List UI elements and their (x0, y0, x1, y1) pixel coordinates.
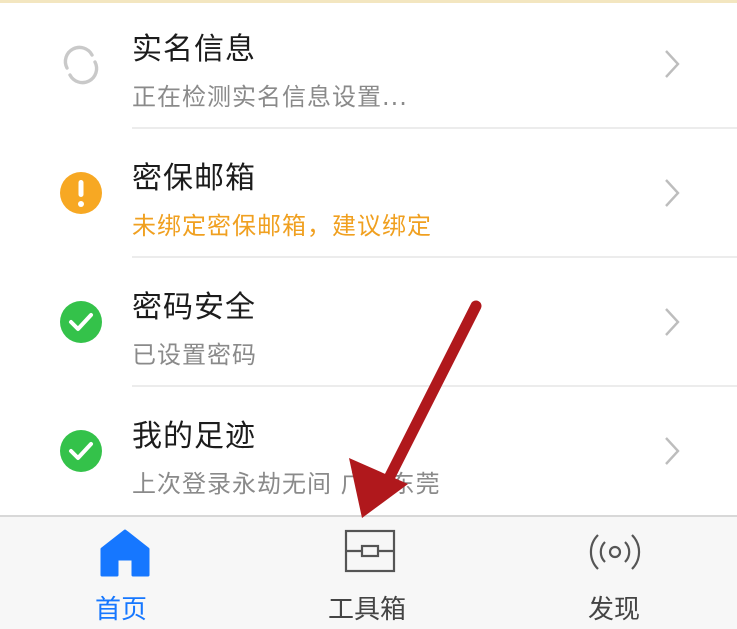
check-circle-icon (60, 301, 102, 343)
list-item-realname[interactable]: 实名信息 正在检测实名信息设置... (0, 0, 737, 128)
tab-toolbox-label: 工具箱 (328, 595, 407, 625)
loading-spinner-icon (63, 45, 99, 85)
tab-discover[interactable]: 发现 (560, 517, 670, 629)
toolbox-icon (344, 529, 396, 573)
item-title: 密保邮箱 (132, 161, 256, 196)
chevron-right-icon (665, 437, 680, 465)
tab-home[interactable]: 首页 (70, 517, 180, 629)
list-item-security-email[interactable]: 密保邮箱 未绑定密保邮箱，建议绑定 (0, 129, 737, 257)
tab-toolbox[interactable]: 工具箱 (310, 517, 430, 629)
chevron-right-icon (665, 308, 680, 336)
tab-discover-label: 发现 (588, 595, 641, 625)
radar-broadcast-icon (589, 534, 641, 570)
item-title: 我的足迹 (132, 419, 256, 454)
check-circle-icon (60, 430, 102, 472)
item-title: 密码安全 (132, 290, 256, 325)
chevron-right-icon (665, 50, 680, 78)
warning-icon (60, 172, 102, 214)
list-item-my-footprint[interactable]: 我的足迹 上次登录永劫无间 广东东莞 (0, 387, 737, 515)
chevron-right-icon (665, 179, 680, 207)
list-item-password-security[interactable]: 密码安全 已设置密码 (0, 258, 737, 386)
bottom-tab-bar: 首页 工具箱 发现 (0, 515, 737, 629)
item-subtitle: 已设置密码 (132, 341, 257, 369)
item-subtitle: 上次登录永劫无间 广东东莞 (132, 470, 441, 498)
item-subtitle: 正在检测实名信息设置... (132, 83, 408, 111)
item-subtitle-warning: 未绑定密保邮箱，建议绑定 (132, 212, 432, 240)
home-icon (100, 529, 150, 577)
tab-home-label: 首页 (95, 595, 148, 625)
item-title: 实名信息 (132, 32, 256, 67)
